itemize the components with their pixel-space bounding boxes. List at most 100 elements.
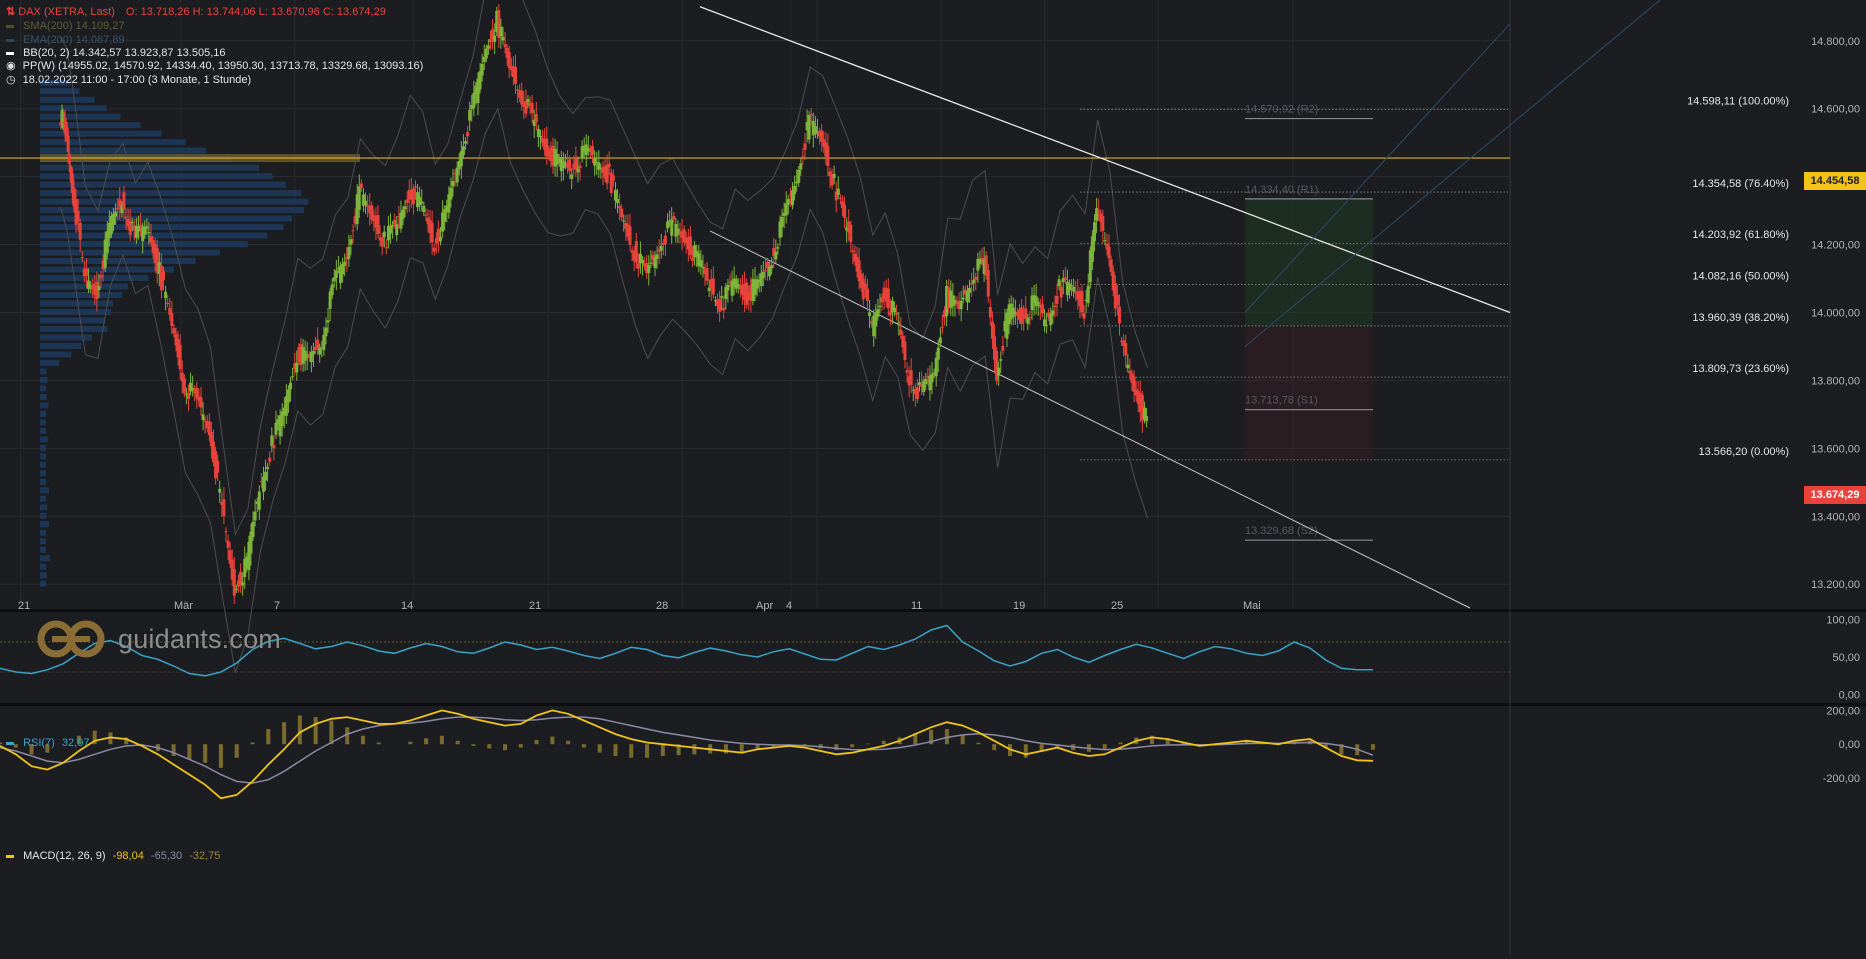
candle-body bbox=[878, 306, 881, 307]
candle-body bbox=[1101, 216, 1104, 231]
candle-body bbox=[997, 368, 1000, 376]
candle-body bbox=[272, 445, 275, 448]
candle-body bbox=[137, 226, 140, 231]
candle-body bbox=[291, 376, 294, 377]
macd-histogram-bar bbox=[1103, 744, 1107, 749]
candle-body bbox=[672, 216, 675, 219]
volume-profile-bar bbox=[40, 97, 94, 103]
x-tick-label: 11 bbox=[911, 600, 922, 612]
rsi-y-tick-label: 0,00 bbox=[1839, 690, 1860, 702]
volume-profile-bar bbox=[40, 513, 46, 519]
macd-histogram-bar bbox=[535, 740, 539, 744]
legend-title[interactable]: DAX (XETRA, Last) bbox=[18, 6, 115, 18]
logo-text: guidants.com bbox=[118, 624, 281, 655]
macd-histogram-bar bbox=[992, 744, 996, 750]
candle-body bbox=[616, 199, 619, 203]
candle-body bbox=[899, 329, 902, 334]
candle-body bbox=[316, 340, 319, 349]
fib-level-label: 14.082,16 (50.00%) bbox=[1692, 271, 1789, 283]
volume-profile-bar bbox=[40, 148, 206, 154]
macd-histogram-bar bbox=[266, 729, 270, 744]
candle-body bbox=[77, 211, 80, 221]
fib-level-label: 13.566,20 (0.00%) bbox=[1698, 446, 1789, 458]
candle-body bbox=[1110, 260, 1113, 272]
candle-body bbox=[941, 327, 944, 328]
candle-body bbox=[295, 363, 298, 373]
macd-histogram-bar bbox=[314, 717, 318, 744]
candle-body bbox=[395, 224, 398, 235]
candle-body bbox=[889, 311, 892, 315]
candle-body bbox=[962, 298, 965, 300]
candle-body bbox=[318, 348, 321, 355]
x-tick-label: Mär bbox=[174, 600, 193, 612]
legend-sma-row: SMA(200) 14.109,27 bbox=[6, 19, 125, 33]
candle-body bbox=[706, 268, 709, 281]
candle-body bbox=[591, 146, 594, 155]
candle-body bbox=[114, 212, 117, 217]
candle-body bbox=[172, 328, 175, 333]
legend-sma[interactable]: SMA(200) 14.109,27 bbox=[23, 20, 125, 32]
candle-body bbox=[787, 199, 790, 204]
legend-ema[interactable]: EMA(200) 14.087,89 bbox=[23, 34, 125, 46]
candle-body bbox=[164, 292, 167, 298]
candle-body bbox=[187, 393, 190, 399]
chart-canvas[interactable]: 14.800,0014.600,0014.400,0014.200,0014.0… bbox=[0, 0, 1866, 954]
candle-body bbox=[568, 159, 571, 171]
candle-body bbox=[999, 359, 1002, 361]
legend-bb-row: BB(20, 2) 14.342,57 13.923,87 13.505,16 bbox=[6, 46, 226, 60]
rsi-label[interactable]: RSI(7) bbox=[23, 737, 55, 749]
candle-body bbox=[258, 491, 261, 509]
volume-profile-bar bbox=[40, 479, 46, 485]
candle-body bbox=[981, 258, 984, 259]
macd-histogram-bar bbox=[187, 744, 191, 759]
candle-body bbox=[422, 206, 425, 212]
y-tick-label: 14.800,00 bbox=[1811, 36, 1860, 48]
x-tick-label: Mai bbox=[1243, 600, 1261, 612]
candle-body bbox=[776, 247, 779, 248]
volume-profile-bar bbox=[40, 402, 48, 408]
x-tick-label: 14 bbox=[401, 600, 413, 612]
candle-body bbox=[1145, 416, 1148, 421]
candle-body bbox=[464, 141, 467, 143]
macd-swatch-icon bbox=[6, 855, 14, 858]
candle-body bbox=[1126, 364, 1129, 368]
candle-body bbox=[526, 99, 529, 102]
candle-body bbox=[887, 288, 890, 308]
rsi-legend: RSI(7) 32,97 bbox=[6, 736, 89, 750]
candle-body bbox=[937, 348, 940, 360]
legend-ema-row: EMA(200) 14.087,89 bbox=[6, 33, 125, 47]
macd-label[interactable]: MACD(12, 26, 9) bbox=[23, 850, 106, 862]
candle-body bbox=[389, 226, 392, 234]
macd-histogram-bar bbox=[0, 743, 2, 745]
macd-histogram-bar bbox=[282, 722, 286, 744]
current-price-tag: 13.674,29 bbox=[1804, 486, 1866, 504]
candle-body bbox=[579, 165, 582, 168]
legend-range[interactable]: 18.02.2022 11:00 - 17:00 (3 Monate, 1 St… bbox=[23, 74, 252, 86]
candle-body bbox=[576, 168, 579, 172]
candle-body bbox=[691, 258, 694, 261]
candle-body bbox=[466, 132, 469, 136]
legend-bb[interactable]: BB(20, 2) 14.342,57 13.923,87 13.505,16 bbox=[23, 47, 225, 59]
candle-body bbox=[814, 126, 817, 134]
x-tick-label: 28 bbox=[656, 600, 668, 612]
y-tick-label: 14.200,00 bbox=[1811, 240, 1860, 252]
legend-pp[interactable]: PP(W) (14955.02, 14570.92, 14334.40, 139… bbox=[23, 60, 424, 72]
macd-y-tick-label: 200,00 bbox=[1826, 705, 1860, 717]
candle-body bbox=[222, 499, 225, 516]
candle-body bbox=[612, 175, 615, 180]
candle-body bbox=[995, 351, 998, 381]
candle-body bbox=[810, 114, 813, 115]
candle-body bbox=[347, 247, 350, 259]
macd-legend: MACD(12, 26, 9) -98,04 -65,30 -32,75 bbox=[6, 849, 220, 863]
macd-histogram-bar bbox=[598, 744, 602, 752]
candle-body bbox=[629, 226, 632, 245]
macd-y-tick-label: -200,00 bbox=[1823, 773, 1860, 785]
candle-body bbox=[414, 187, 417, 188]
candle-body bbox=[620, 209, 623, 218]
candle-body bbox=[485, 49, 488, 59]
candle-body bbox=[1045, 325, 1048, 326]
candle-body bbox=[439, 237, 442, 241]
volume-profile-bar bbox=[40, 173, 273, 179]
candle-body bbox=[424, 215, 427, 216]
x-tick-label: 25 bbox=[1111, 600, 1123, 612]
